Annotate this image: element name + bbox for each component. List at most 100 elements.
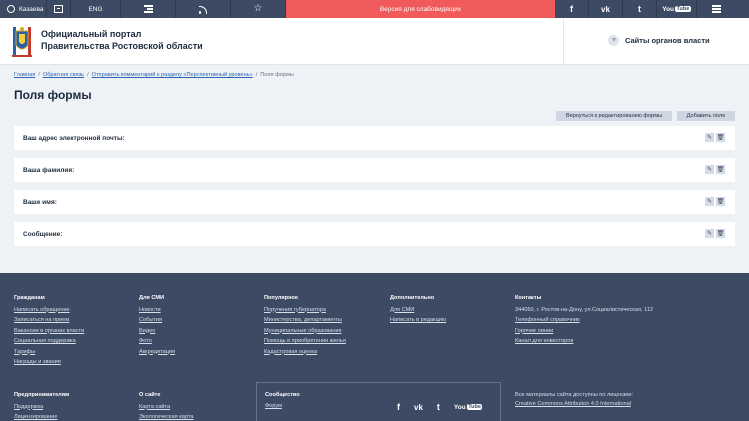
footer-link[interactable]: Экологическая карта [139,412,194,421]
favorites-button[interactable]: ☆ [231,0,286,18]
edit-icon[interactable]: ✎ [705,165,714,174]
delete-icon[interactable]: 🗑 [716,229,725,238]
youtube-icon: You Tube [662,5,691,13]
footer-heading: Дополнительно [390,295,435,301]
twitter-icon[interactable]: t [437,402,440,412]
coat-of-arms-icon[interactable] [10,25,34,59]
footer-heading: Сообщество [265,392,300,398]
download-icon [608,35,619,46]
footer-popular: Популярное Поручения губернатора Министе… [264,293,346,357]
footer-address: 344050, г. Ростов-на-Дону, ул.Социалисти… [515,306,654,313]
menu-button[interactable] [697,0,735,18]
portal-title-line-2: Правительства Ростовской области [41,41,203,51]
delete-icon[interactable]: 🗑 [716,197,725,206]
footer-link[interactable]: Министерства, департаменты [264,315,346,326]
edit-icon[interactable]: ✎ [705,229,714,238]
star-icon: ☆ [253,3,263,14]
add-field-button[interactable]: Добавить поле [677,111,735,121]
field-row-name: Ваше имя: ✎ 🗑 [14,190,735,214]
city-label: Казаева [19,5,44,13]
language-switch[interactable]: ENG [71,0,121,18]
footer-link[interactable]: Тарифы [14,347,84,358]
gov-sites-link[interactable]: Сайты органов власти [608,35,710,46]
portal-title-line-1: Официальный портал [41,29,142,39]
location-icon [7,5,15,13]
row-actions: ✎ 🗑 [705,165,725,174]
rss-button[interactable] [176,0,231,18]
youtube-link[interactable]: You Tube [657,0,697,18]
breadcrumb-comment-form[interactable]: Отправить комментарий к разделу «Перспек… [92,72,253,78]
vk-icon[interactable]: vk [414,403,423,412]
login-button[interactable] [47,0,71,18]
portal-title[interactable]: Официальный портал Правительства Ростовс… [41,28,241,52]
vk-link[interactable]: vk [589,0,623,18]
footer-link[interactable]: Канал для инвесторов [515,336,653,347]
footer-heading: Предпринимателям [14,392,70,398]
breadcrumb-feedback[interactable]: Обратная связь [43,72,84,78]
footer-link[interactable]: Написать в редакцию [390,315,446,326]
footer-link[interactable]: Телефонный справочник [515,315,653,326]
field-label: Ваша фамилия: [23,166,75,174]
footer-link[interactable]: Записаться на прием [14,315,84,326]
field-label: Ваш адрес электронной почты: [23,134,125,142]
breadcrumb: Главная / Обратная связь / Отправить ком… [14,72,294,78]
row-actions: ✎ 🗑 [705,197,725,206]
footer-link[interactable]: Для СМИ [390,305,446,316]
field-row-surname: Ваша фамилия: ✎ 🗑 [14,158,735,182]
footer-link[interactable]: Поручения губернатора [264,305,346,316]
site-header: Официальный портал Правительства Ростовс… [0,18,749,65]
footer-media: Для СМИ Новости События Видео Фото Аккре… [139,293,175,357]
footer-extra: Дополнительно Для СМИ Написать в редакци… [390,293,446,326]
facebook-icon[interactable]: f [397,402,400,412]
edit-icon[interactable]: ✎ [705,197,714,206]
footer-community: Сообщество Форум f vk t You Tube [256,382,501,421]
structure-icon [143,5,153,13]
facebook-link[interactable]: f [555,0,589,18]
twitter-icon: t [638,4,641,14]
field-label: Сообщение: [23,230,63,238]
breadcrumb-home[interactable]: Главная [14,72,35,78]
footer-heading: Гражданам [14,295,45,301]
top-bar: Казаева ENG ☆ Версия для слабовидящих f … [0,0,749,18]
footer-social-icons: f vk t You Tube [397,402,483,412]
footer-link[interactable]: Горячие линии [515,326,653,337]
poor-vision-button[interactable]: Версия для слабовидящих [286,0,555,18]
vk-icon: vk [601,4,610,14]
footer-link[interactable]: Лицензирование [14,412,69,421]
footer-link[interactable]: Поддержка [14,402,69,413]
footer-link[interactable]: Вакансии в органах власти [14,326,84,337]
footer-link[interactable]: Новости [139,305,175,316]
breadcrumb-current: Поля формы [260,72,294,78]
footer-citizens: Гражданам Написать обращение Записаться … [14,293,84,368]
field-row-message: Сообщение: ✎ 🗑 [14,222,735,246]
footer-link[interactable]: Написать обращение [14,305,84,316]
footer-link[interactable]: Фото [139,336,175,347]
edit-icon[interactable]: ✎ [705,133,714,142]
delete-icon[interactable]: 🗑 [716,133,725,142]
footer-link[interactable]: Помощь в приобретении жилья [264,336,346,347]
row-actions: ✎ 🗑 [705,133,725,142]
footer-contacts: Контакты 344050, г. Ростов-на-Дону, ул.С… [515,293,653,347]
footer-link[interactable]: События [139,315,175,326]
header-divider [563,18,564,65]
city-selector[interactable]: Казаева [0,0,47,18]
footer-link[interactable]: Награды и звания [14,357,84,368]
field-row-email: Ваш адрес электронной почты: ✎ 🗑 [14,126,735,150]
footer-heading: О сайте [139,392,161,398]
footer-link[interactable]: Видео [139,326,175,337]
youtube-icon[interactable]: You Tube [454,404,483,411]
footer-link[interactable]: Социальная поддержка [14,336,84,347]
row-actions: ✎ 🗑 [705,229,725,238]
back-to-form-edit-button[interactable]: Вернуться к редактированию формы [556,111,672,121]
footer-link[interactable]: Карта сайта [139,402,194,413]
forum-link[interactable]: Форум [265,403,282,409]
footer-heading: Популярное [264,295,298,301]
twitter-link[interactable]: t [623,0,657,18]
delete-icon[interactable]: 🗑 [716,165,725,174]
footer-link[interactable]: Муниципальные образования [264,326,346,337]
license-link[interactable]: Creative Commons Attribution 4.0 Interna… [515,401,631,407]
footer-link[interactable]: Аккредитация [139,347,175,358]
footer-link[interactable]: Кадастровая оценка [264,347,346,358]
structure-button[interactable] [121,0,176,18]
breadcrumb-separator: / [38,72,40,78]
